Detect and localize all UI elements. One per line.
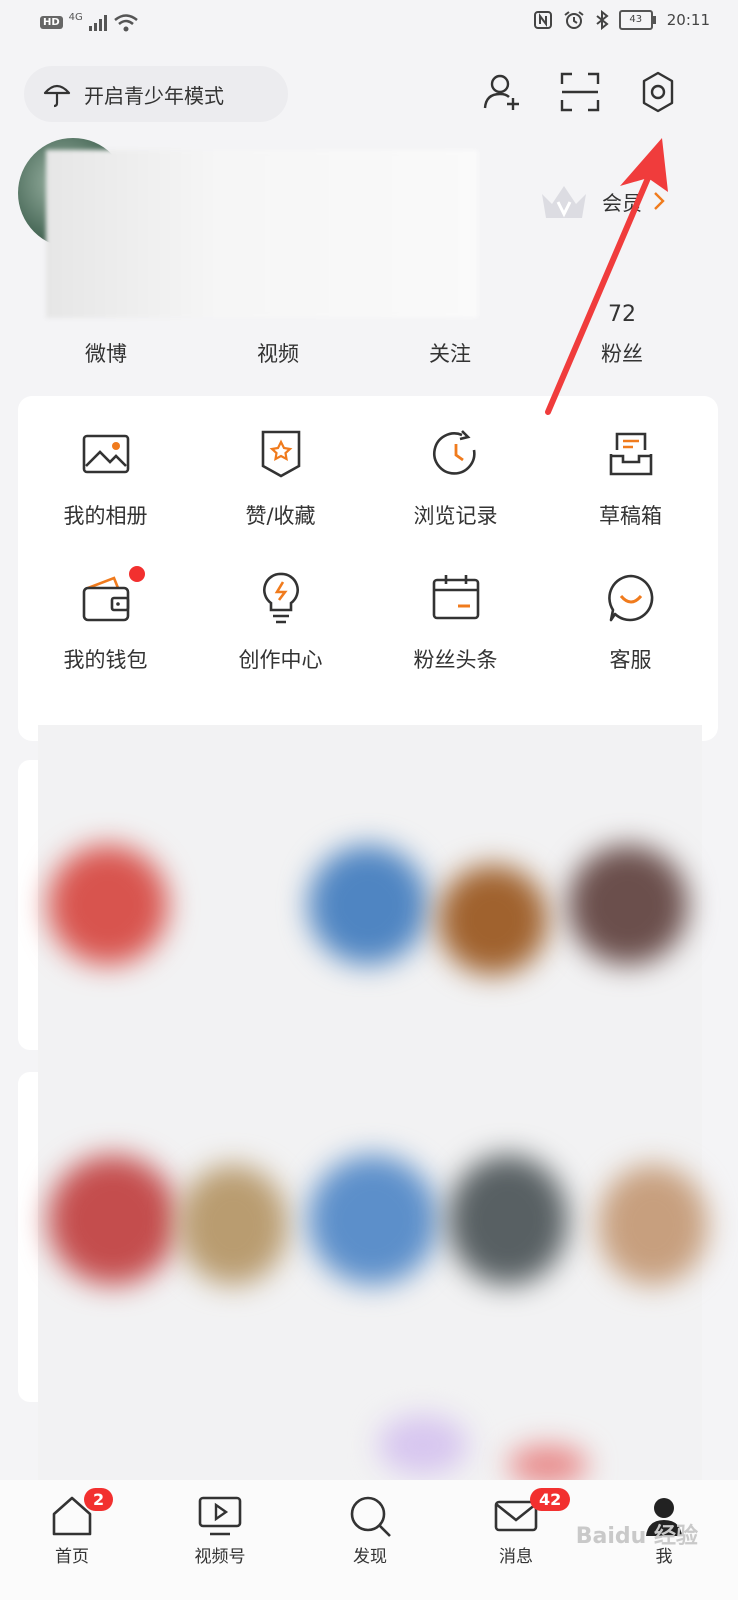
history-icon [432, 430, 476, 475]
calendar-icon [432, 575, 479, 620]
wifi-icon [114, 13, 138, 31]
grid-item-fan-headline[interactable]: 粉丝头条 [368, 570, 543, 674]
customer-service-icon [607, 574, 653, 622]
stat-value: 423 [22, 300, 190, 330]
blurred-thumbnail [308, 845, 428, 965]
nav-label: 消息 [499, 1547, 533, 1567]
stat-video[interactable]: 7 视频 [194, 300, 362, 368]
creator-icon [262, 572, 299, 624]
status-bar: HD 4G 43 20:11 [0, 0, 738, 50]
grid-item-label: 赞/收藏 [245, 504, 316, 528]
favorite-icon [261, 430, 300, 478]
blurred-thumbnail [508, 1445, 588, 1485]
annotation-arrow [545, 138, 668, 415]
nav-label: 发现 [353, 1547, 387, 1567]
alarm-icon [564, 11, 584, 29]
bluetooth-icon [596, 10, 609, 30]
search-icon [350, 1496, 391, 1537]
nfc-icon [533, 11, 552, 29]
grid-item-label: 我的钱包 [63, 648, 148, 672]
nav-discover[interactable]: 发现 [310, 1480, 430, 1567]
wallet-icon [82, 576, 129, 622]
battery-level: 43 [629, 14, 643, 25]
signal-icon [88, 14, 107, 31]
notification-dot [129, 566, 145, 582]
teen-mode-button[interactable]: 开启青少年模式 [24, 66, 288, 122]
photo-album-icon [82, 434, 129, 474]
battery-icon: 43 [618, 10, 656, 30]
stat-label: 关注 [429, 342, 471, 366]
clock: 20:11 [666, 11, 710, 29]
blurred-thumbnail [438, 865, 548, 975]
grid-item-label: 创作中心 [238, 648, 323, 672]
network-indicator: 4G [68, 12, 83, 23]
stat-value: 7 [194, 300, 362, 330]
nav-video[interactable]: 视频号 [160, 1480, 280, 1567]
bottom-nav: 首页 2 视频号 发现 消息 42 我 Baidu 经验 [0, 1480, 738, 1600]
grid-item-label: 草稿箱 [599, 504, 662, 528]
grid-item-service[interactable]: 客服 [543, 570, 718, 674]
nav-label: 视频号 [194, 1547, 246, 1567]
grid-item-label: 我的相册 [63, 504, 148, 528]
blurred-thumbnail [598, 1165, 708, 1285]
grid-item-favorites[interactable]: 赞/收藏 [193, 426, 368, 530]
video-icon [198, 1496, 242, 1536]
stat-following[interactable]: 692 关注 [366, 300, 534, 368]
status-left: HD 4G [40, 12, 139, 33]
grid-item-label: 浏览记录 [413, 504, 498, 528]
hd-indicator: HD [40, 16, 63, 29]
blurred-thumbnail [568, 845, 688, 965]
grid-item-album[interactable]: 我的相册 [18, 426, 193, 530]
drafts-icon [609, 432, 652, 476]
blurred-thumbnail [308, 1155, 438, 1285]
stat-weibo[interactable]: 423 微博 [22, 300, 190, 368]
blurred-thumbnail [48, 845, 168, 965]
nav-messages[interactable]: 消息 42 [456, 1480, 576, 1567]
blurred-thumbnail [48, 1155, 178, 1285]
nav-badge: 2 [84, 1488, 114, 1511]
grid-item-wallet[interactable]: 我的钱包 [18, 566, 193, 674]
grid-item-history[interactable]: 浏览记录 [368, 426, 543, 530]
status-right: 43 20:11 [533, 10, 710, 30]
umbrella-icon [43, 84, 71, 108]
grid-item-label: 客服 [609, 648, 652, 672]
blurred-thumbnail [448, 1155, 568, 1285]
blurred-thumbnail [378, 1415, 468, 1475]
settings-icon[interactable] [636, 70, 680, 114]
blurred-thumbnail [178, 1165, 288, 1285]
grid-item-creator[interactable]: 创作中心 [193, 570, 368, 674]
add-friend-icon[interactable] [480, 70, 524, 114]
blurred-content-area [38, 725, 708, 1490]
teen-mode-label: 开启青少年模式 [84, 83, 224, 108]
grid-item-drafts[interactable]: 草稿箱 [543, 426, 718, 530]
profile-info-blurred [46, 150, 478, 318]
nav-label: 首页 [55, 1547, 89, 1567]
stat-label: 微博 [85, 342, 127, 366]
nav-badge: 42 [530, 1488, 571, 1511]
grid-item-label: 粉丝头条 [413, 648, 498, 672]
stat-label: 视频 [257, 342, 299, 366]
nav-home[interactable]: 首页 2 [12, 1480, 132, 1567]
scan-icon[interactable] [558, 70, 602, 114]
baidu-watermark: Baidu 经验 [575, 1524, 698, 1549]
function-grid-card: 我的相册 赞/收藏 浏览记录 草稿箱 我的钱包 创作中心 粉丝头条 客服 [18, 396, 718, 741]
stat-value: 692 [366, 300, 534, 330]
